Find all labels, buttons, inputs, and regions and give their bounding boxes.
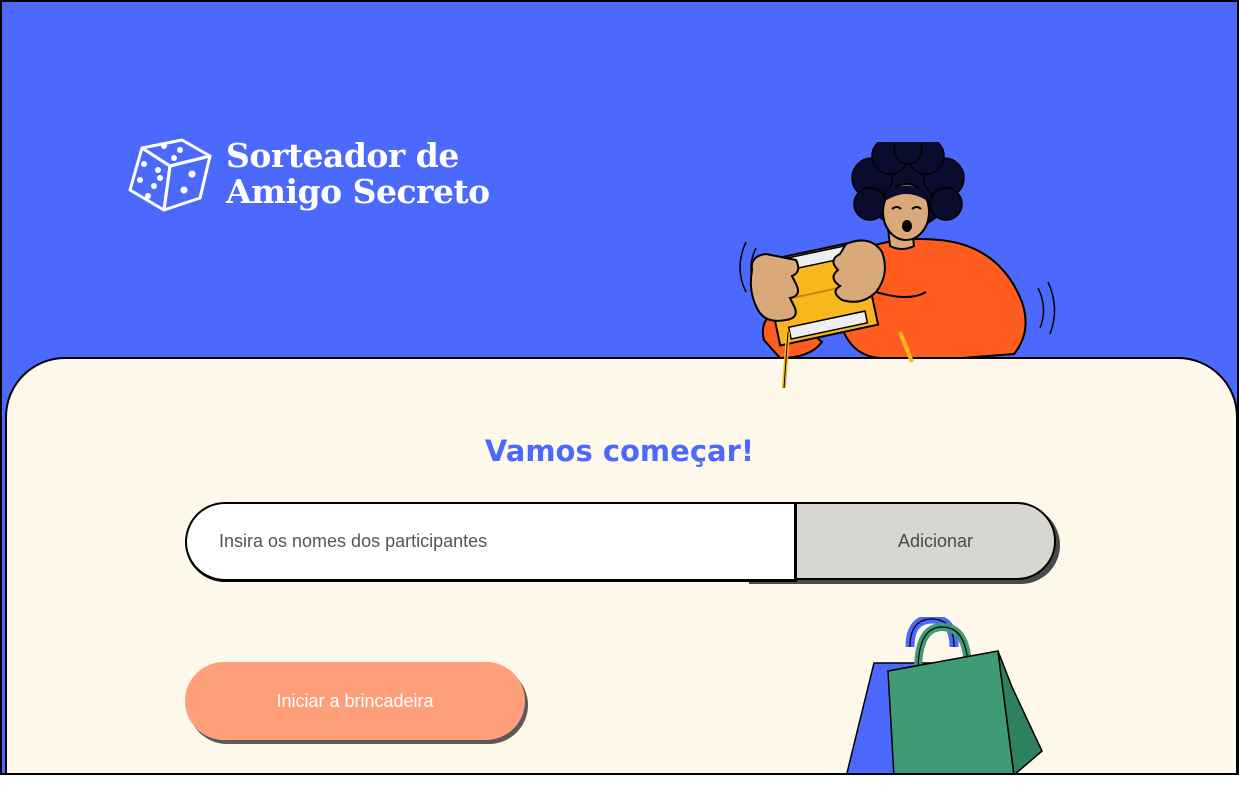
- app-title: Sorteador de Amigo Secreto: [226, 138, 490, 210]
- participant-name-input[interactable]: [185, 502, 797, 582]
- person-with-gift-illustration: [739, 142, 1056, 389]
- dice-icon: [128, 138, 212, 212]
- logo: Sorteador de Amigo Secreto: [122, 134, 490, 214]
- shopping-bags-illustration: [846, 617, 1043, 773]
- app-title-line1: Sorteador de: [226, 136, 459, 175]
- app-window: Sorteador de Amigo Secreto Vamos começar…: [0, 0, 1239, 775]
- participant-input-group: Adicionar: [185, 502, 1060, 585]
- start-game-button[interactable]: Iniciar a brincadeira: [185, 662, 525, 740]
- page-title: Vamos começar!: [484, 434, 755, 468]
- page-bottom-margin: [0, 775, 1239, 792]
- app-title-line2: Amigo Secreto: [226, 172, 490, 211]
